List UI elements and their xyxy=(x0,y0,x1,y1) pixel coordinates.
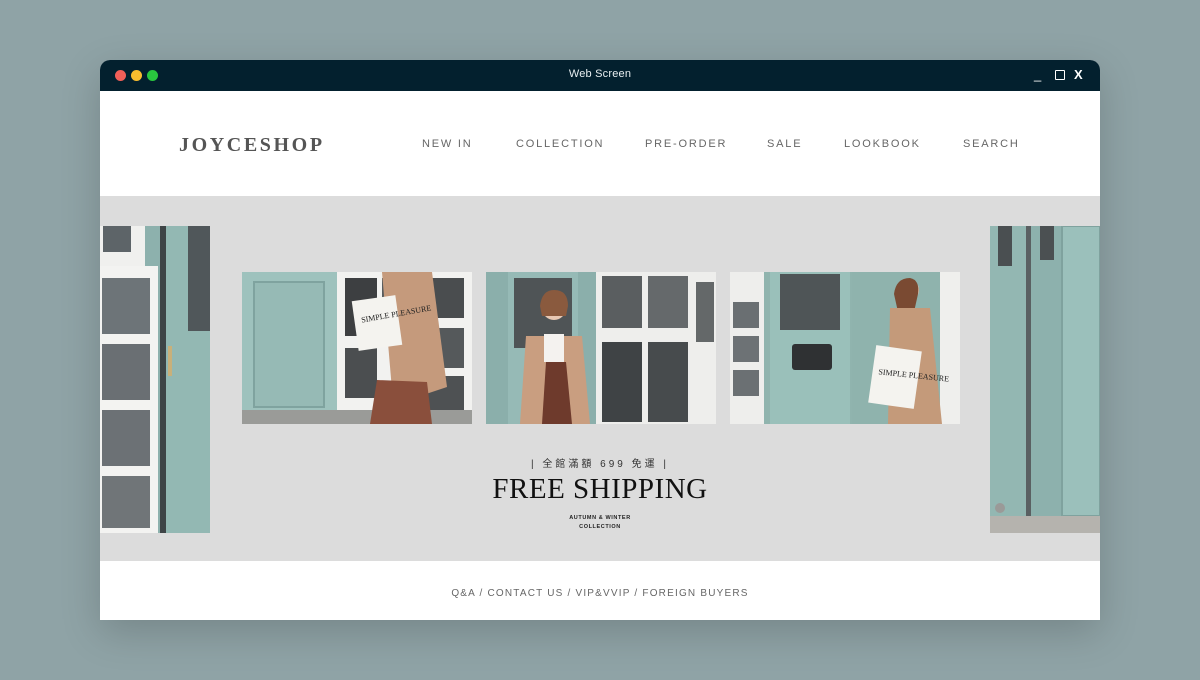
close-button[interactable]: X xyxy=(1074,60,1083,91)
nav-new-in[interactable]: NEW IN xyxy=(422,138,473,150)
lookbook-photo-1[interactable]: SIMPLE PLEASURE xyxy=(242,272,472,424)
footer-link-qa[interactable]: Q&A xyxy=(451,588,475,599)
footer-link-vip[interactable]: VIP&VVIP xyxy=(575,588,630,599)
promo-title: FREE SHIPPING xyxy=(492,473,708,505)
browser-window: Web Screen _ X JOYCESHOP NEW IN COLLECTI… xyxy=(100,60,1100,620)
promo-caption-line1: AUTUMN & WINTER xyxy=(569,515,631,521)
maximize-button[interactable] xyxy=(1055,60,1065,91)
lookbook-photo-2[interactable] xyxy=(486,272,716,424)
window-title: Web Screen xyxy=(568,68,632,80)
nav-sale[interactable]: SALE xyxy=(767,138,802,150)
promo-subtitle: | 全館滿額 699 免運 | xyxy=(531,459,669,470)
site-footer: Q&A / CONTACT US / VIP&VVIP / FOREIGN BU… xyxy=(100,561,1100,620)
footer-separator: / xyxy=(630,588,643,599)
minimize-button[interactable]: _ xyxy=(1034,60,1041,91)
maximize-icon xyxy=(1055,70,1065,80)
footer-separator: / xyxy=(475,588,488,599)
nav-collection[interactable]: COLLECTION xyxy=(516,138,604,150)
footer-links: Q&A / CONTACT US / VIP&VVIP / FOREIGN BU… xyxy=(100,588,1100,599)
site-header: JOYCESHOP NEW IN COLLECTION PRE-ORDER SA… xyxy=(100,91,1100,196)
nav-lookbook[interactable]: LOOKBOOK xyxy=(844,138,921,150)
nav-pre-order[interactable]: PRE-ORDER xyxy=(645,138,727,150)
footer-separator: / xyxy=(563,588,576,599)
nav-search[interactable]: SEARCH xyxy=(963,138,1020,150)
hero-banner[interactable]: SIMPLE PLEASURE SIMPLE PLEASURE | 全館滿額 6… xyxy=(100,196,1100,561)
lookbook-photo-3[interactable]: SIMPLE PLEASURE xyxy=(730,272,960,424)
site-logo[interactable]: JOYCESHOP xyxy=(179,134,325,157)
footer-link-contact-us[interactable]: CONTACT US xyxy=(487,588,563,599)
footer-link-foreign-buyers[interactable]: FOREIGN BUYERS xyxy=(642,588,748,599)
title-bar: Web Screen _ X xyxy=(100,60,1100,91)
promo-caption-line2: COLLECTION xyxy=(579,524,621,530)
